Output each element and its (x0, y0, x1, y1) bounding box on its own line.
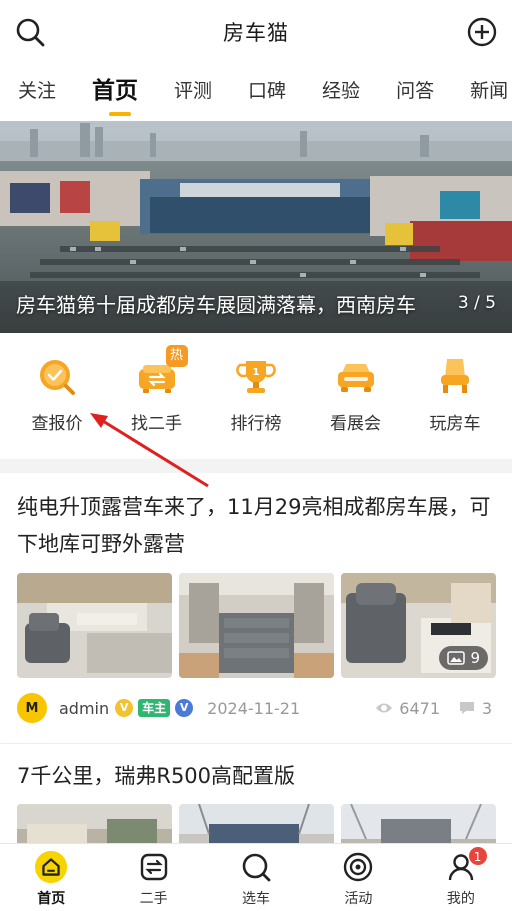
image-icon (447, 651, 466, 665)
quicknav-ranking[interactable]: 1 排行榜 (207, 333, 305, 459)
nav-profile[interactable]: 1 我的 (410, 844, 512, 911)
tab-reputation[interactable]: 口碑 (230, 64, 286, 120)
nav-label: 二手 (139, 891, 168, 907)
thumbnail-image[interactable] (179, 573, 334, 678)
quicknav-label: 玩房车 (429, 414, 481, 434)
search-price-icon (35, 355, 79, 399)
thumbnail-image[interactable] (17, 573, 172, 678)
article-card[interactable]: 纯电升顶露营车来了，11月29亮相成都房车展，可下地库可野外露营 9 M adm… (0, 473, 512, 743)
trophy-icon: 1 (234, 355, 278, 399)
thumbnail-image[interactable] (17, 804, 172, 844)
banner-carousel[interactable]: 房车猫第十届成都房车展圆满落幕，西南房车 3 / 5 (0, 121, 512, 333)
view-count: 6471 (375, 699, 440, 718)
search-icon[interactable] (14, 16, 46, 48)
nav-label: 我的 (446, 891, 475, 907)
tab-qa[interactable]: 问答 (378, 64, 434, 120)
app-title: 房车猫 (223, 21, 289, 45)
tab-follow[interactable]: 关注 (0, 64, 56, 120)
photo-count-badge: 9 (439, 646, 488, 670)
search-car-icon (239, 850, 273, 884)
article-title[interactable]: 纯电升顶露营车来了，11月29亮相成都房车展，可下地库可野外露营 (17, 489, 497, 563)
author-name[interactable]: admin (59, 699, 109, 718)
nav-label: 选车 (242, 891, 271, 907)
target-icon (341, 850, 375, 884)
owner-badge: 车主 (138, 699, 171, 717)
banner-caption: 房车猫第十届成都房车展圆满落幕，西南房车 (16, 293, 416, 317)
comments-value: 3 (481, 698, 492, 718)
quicknav-expo[interactable]: 看展会 (307, 333, 405, 459)
nav-label: 活动 (344, 891, 373, 907)
photo-count: 9 (470, 649, 480, 667)
top-bar: 房车猫 (0, 0, 512, 64)
notification-badge: 1 (467, 846, 488, 866)
thumbnail-image[interactable]: 9 (341, 573, 496, 678)
banner-pager: 3 / 5 (457, 293, 496, 313)
quicknav-label: 排行榜 (230, 414, 282, 434)
avatar[interactable]: M (17, 693, 47, 723)
quicknav-used[interactable]: 热 找二手 (108, 333, 206, 459)
verified-badge: V (115, 699, 134, 717)
tab-experience[interactable]: 经验 (304, 64, 360, 120)
article-thumbnails (17, 804, 496, 844)
used-icon (137, 850, 171, 884)
eye-icon (376, 703, 393, 713)
publish-date: 2024-11-21 (207, 698, 301, 718)
article-thumbnails: 9 (17, 573, 496, 678)
comment-count[interactable]: 3 (458, 699, 492, 718)
home-icon (34, 850, 68, 884)
section-divider (0, 459, 512, 473)
tab-news[interactable]: 新闻 (452, 64, 508, 120)
quick-nav: 查报价 热 找二手 1 排行榜 看展会 玩房车 (0, 333, 512, 459)
article-card[interactable]: 7千公里，瑞弗R500高配置版 (0, 744, 512, 844)
tab-home[interactable]: 首页 (74, 64, 138, 120)
quicknav-price[interactable]: 查报价 (8, 333, 106, 459)
quicknav-label: 查报价 (31, 414, 83, 434)
nav-home[interactable]: 首页 (0, 844, 102, 911)
expo-car-icon (334, 355, 378, 399)
nav-label: 首页 (37, 891, 66, 907)
views-value: 6471 (399, 698, 440, 718)
tab-review[interactable]: 评测 (156, 64, 212, 120)
quicknav-label: 找二手 (131, 414, 182, 434)
thumbnail-image[interactable] (341, 804, 496, 844)
nav-used[interactable]: 二手 (102, 844, 204, 911)
seat-icon (433, 355, 477, 399)
nav-choose-car[interactable]: 选车 (205, 844, 307, 911)
article-title[interactable]: 7千公里，瑞弗R500高配置版 (17, 760, 295, 790)
hot-badge: 热 (165, 345, 188, 367)
quicknav-label: 看展会 (330, 414, 381, 434)
plus-circle-icon[interactable] (466, 16, 498, 48)
comment-icon (459, 702, 474, 714)
quicknav-play[interactable]: 玩房车 (406, 333, 504, 459)
thumbnail-image[interactable] (179, 804, 334, 844)
certified-badge: V (175, 699, 194, 717)
bottom-navigation: 首页 二手 选车 活动 1 我的 (0, 843, 512, 911)
article-meta: M admin V 车主 V 2024-11-21 6471 3 (17, 693, 496, 723)
nav-activity[interactable]: 活动 (307, 844, 409, 911)
svg-text:1: 1 (253, 367, 260, 378)
category-tabs: 关注 首页 评测 口碑 经验 问答 新闻 (0, 64, 512, 120)
